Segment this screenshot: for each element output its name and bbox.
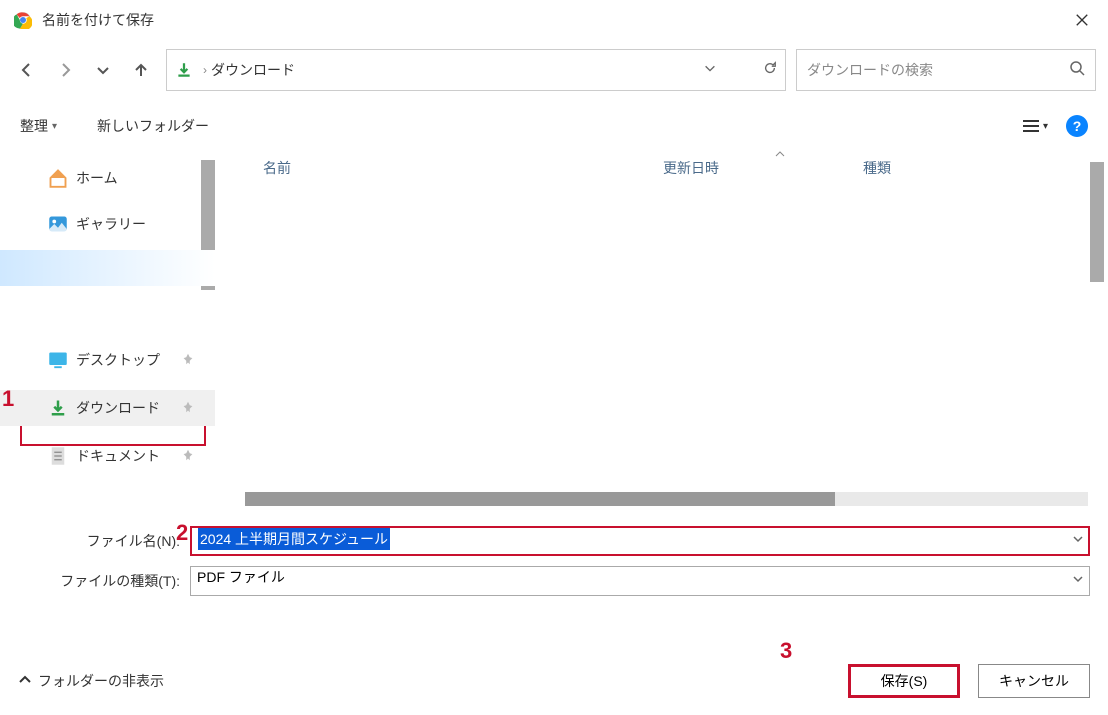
- filelist-scrollbar-v[interactable]: [1090, 162, 1104, 282]
- file-list[interactable]: 名前 更新日時 種類: [215, 152, 1108, 512]
- search-input[interactable]: [807, 62, 1069, 78]
- sidebar-item-documents[interactable]: ドキュメント: [0, 438, 215, 474]
- sidebar-item-desktop[interactable]: デスクトップ: [0, 342, 215, 378]
- hide-folders-toggle[interactable]: フォルダーの非表示: [18, 671, 164, 691]
- file-list-header: 名前 更新日時 種類: [215, 152, 1108, 184]
- recent-dropdown[interactable]: [88, 55, 118, 85]
- chevron-up-icon: [18, 673, 32, 690]
- footer: フォルダーの非表示 保存(S) キャンセル: [0, 647, 1108, 715]
- back-button[interactable]: [12, 55, 42, 85]
- chrome-icon: [14, 11, 32, 29]
- cancel-button[interactable]: キャンセル: [978, 664, 1090, 698]
- refresh-button[interactable]: [763, 61, 777, 80]
- filename-input[interactable]: 2024 上半期月間スケジュール: [190, 526, 1090, 556]
- form-area: ファイル名(N): 2024 上半期月間スケジュール ファイルの種類(T): P…: [0, 512, 1108, 616]
- gallery-icon: [48, 214, 68, 234]
- pin-icon[interactable]: [181, 448, 195, 465]
- download-icon: [48, 398, 68, 418]
- path-dropdown-icon[interactable]: [703, 61, 717, 80]
- new-folder-button[interactable]: 新しいフォルダー: [97, 116, 209, 136]
- sidebar: ホーム ギャラリー デスクトップ ダウンロード ドキュメント: [0, 152, 215, 512]
- filename-label: ファイル名(N):: [18, 531, 190, 551]
- column-type[interactable]: 種類: [863, 158, 891, 178]
- document-icon: [48, 446, 68, 466]
- help-button[interactable]: ?: [1066, 115, 1088, 137]
- organize-menu[interactable]: 整理 ▾: [20, 116, 57, 136]
- pin-icon[interactable]: [181, 400, 195, 417]
- filetype-dropdown-icon[interactable]: [1072, 572, 1084, 590]
- window-title: 名前を付けて保存: [42, 10, 1064, 30]
- sidebar-item-home[interactable]: ホーム: [0, 160, 215, 196]
- toolbar: 整理 ▾ 新しいフォルダー ▾ ?: [0, 100, 1108, 152]
- up-button[interactable]: [126, 55, 156, 85]
- sidebar-item-gallery[interactable]: ギャラリー: [0, 206, 215, 242]
- filetype-label: ファイルの種類(T):: [18, 571, 190, 591]
- filename-value: 2024 上半期月間スケジュール: [198, 528, 390, 550]
- filelist-scrollbar-h[interactable]: [245, 492, 1088, 506]
- sidebar-item-unknown[interactable]: [0, 250, 215, 286]
- search-box[interactable]: [796, 49, 1096, 91]
- close-button[interactable]: [1064, 2, 1100, 38]
- column-date[interactable]: 更新日時: [663, 158, 863, 178]
- sidebar-item-downloads[interactable]: ダウンロード: [0, 390, 215, 426]
- address-bar[interactable]: › ダウンロード: [166, 49, 786, 91]
- caret-down-icon: ▾: [1043, 121, 1048, 132]
- navbar: › ダウンロード: [0, 40, 1108, 100]
- column-name[interactable]: 名前: [263, 158, 663, 178]
- forward-button[interactable]: [50, 55, 80, 85]
- filename-dropdown-icon[interactable]: [1072, 532, 1084, 550]
- filetype-value: PDF ファイル: [197, 569, 285, 585]
- download-folder-icon: [175, 61, 193, 79]
- titlebar: 名前を付けて保存: [0, 0, 1108, 40]
- desktop-icon: [48, 350, 68, 370]
- path-separator-icon: ›: [203, 63, 207, 77]
- sort-up-icon: [775, 146, 785, 162]
- save-button[interactable]: 保存(S): [848, 664, 960, 698]
- pin-icon[interactable]: [181, 352, 195, 369]
- view-menu[interactable]: ▾: [1021, 118, 1048, 134]
- caret-down-icon: ▾: [52, 121, 57, 132]
- search-icon[interactable]: [1069, 60, 1085, 81]
- filetype-select[interactable]: PDF ファイル: [190, 566, 1090, 596]
- current-location: ダウンロード: [211, 60, 703, 80]
- home-icon: [48, 168, 68, 188]
